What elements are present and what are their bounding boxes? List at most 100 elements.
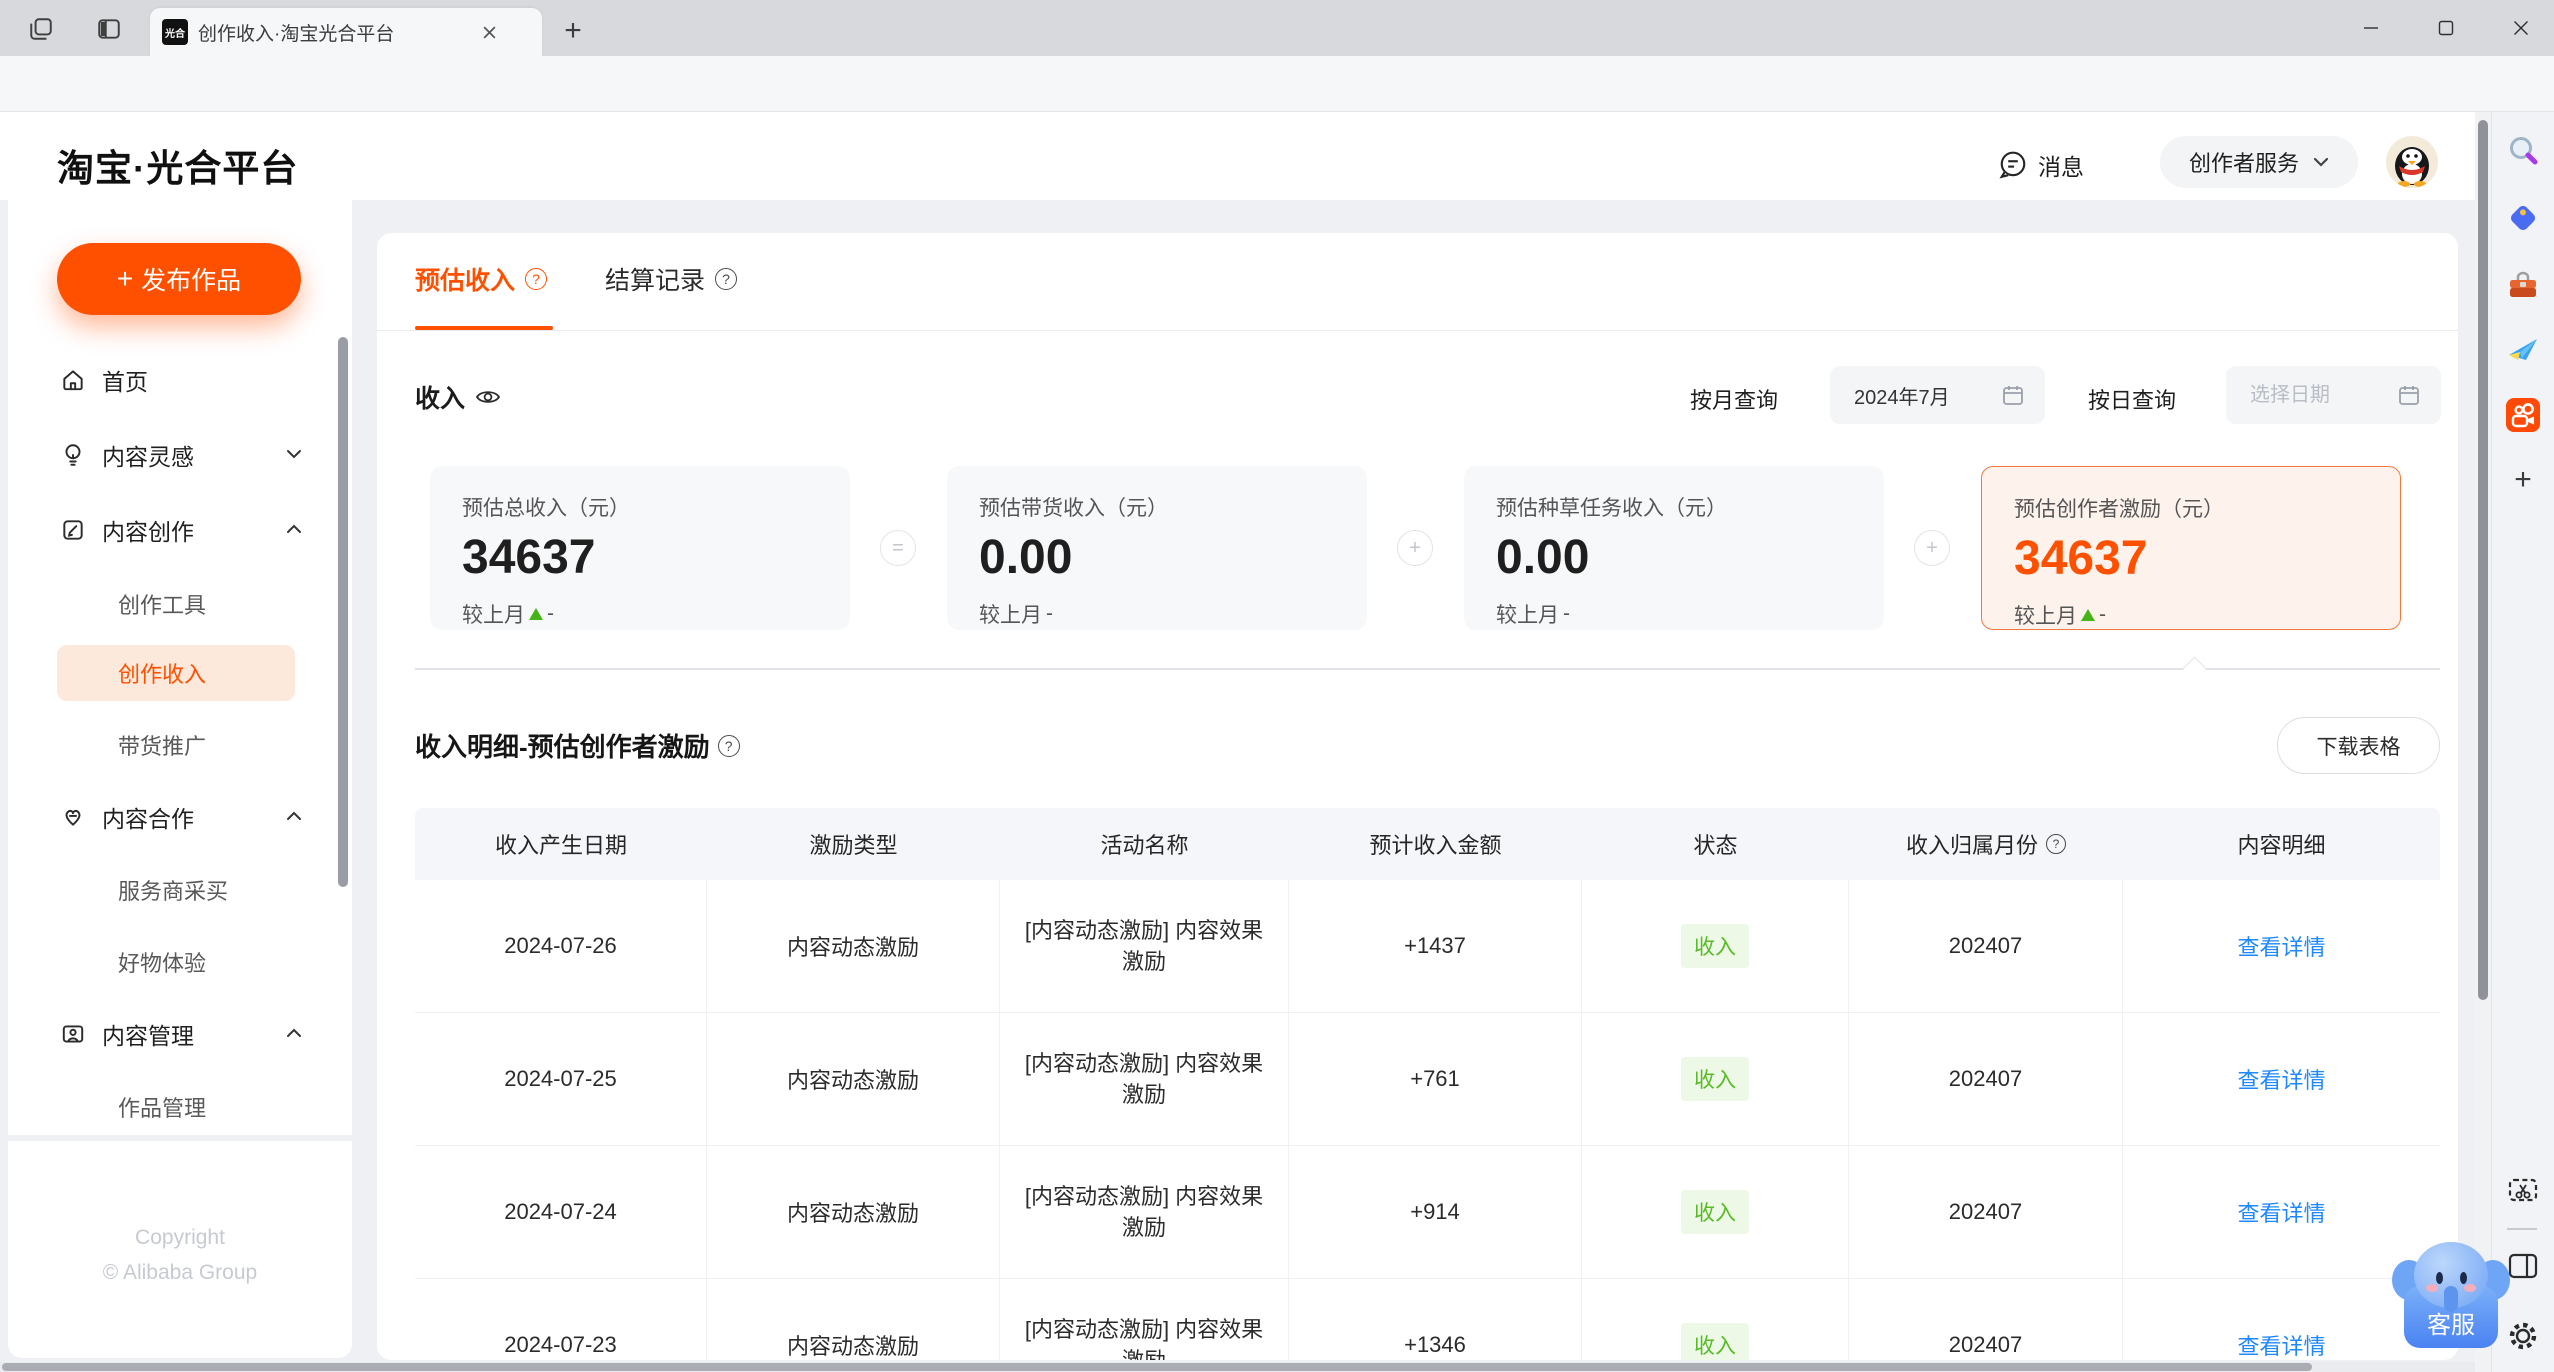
help-icon[interactable]: ?: [525, 268, 548, 290]
sidebar-item-service-purchase[interactable]: 服务商采买: [40, 866, 320, 914]
income-title: 收入: [415, 385, 466, 413]
edge-sidebar-divider: [2507, 1228, 2537, 1230]
workspaces-icon[interactable]: [26, 14, 56, 44]
table-row: 2024-07-25 内容动态激励 [内容动态激励] 内容效果激励 +761 收…: [415, 1013, 2440, 1146]
sidebar-item-promotion[interactable]: 带货推广: [40, 721, 320, 769]
window-minimize-button[interactable]: [2346, 8, 2396, 48]
copyright-box: Copyright © Alibaba Group: [8, 1141, 352, 1358]
table-row: 2024-07-23 内容动态激励 [内容动态激励] 内容效果激励 +1346 …: [415, 1279, 2440, 1360]
tab-close-icon[interactable]: [474, 17, 504, 47]
new-tab-button[interactable]: +: [556, 14, 590, 48]
status-badge: 收入: [1681, 1057, 1749, 1101]
search-icon[interactable]: [2505, 133, 2541, 169]
add-sidebar-item-icon[interactable]: +: [2505, 462, 2541, 498]
sidebar-item-creation[interactable]: 内容创作: [40, 506, 320, 554]
status-badge: 收入: [1681, 924, 1749, 968]
divider: [415, 668, 2440, 670]
main-content-card: 预估收入 ? 结算记录 ? 收入 按月查询 按日查询 预估总收入（元） 3463…: [377, 233, 2458, 1360]
cell-activity: [内容动态激励] 内容效果激励: [1024, 1184, 1264, 1240]
elephant-eye: [2460, 1272, 2467, 1284]
cell-month: 202407: [1849, 1146, 2123, 1278]
stat-value: 34637: [462, 531, 596, 584]
stat-card-creator-incentive[interactable]: 预估创作者激励（元） 34637 较上月 -: [1981, 466, 2401, 630]
sidebar-item-inspiration[interactable]: 内容灵感: [40, 431, 320, 479]
sidebar-item-label: 内容管理: [102, 1023, 194, 1049]
user-avatar[interactable]: [2386, 136, 2438, 188]
tab-title: 创作收入·淘宝光合平台: [198, 23, 395, 45]
view-detail-link[interactable]: 查看详情: [2237, 1063, 2325, 1095]
stat-value: 0.00: [979, 531, 1073, 584]
elephant-cheek: [2464, 1284, 2476, 1292]
creator-service-dropdown[interactable]: 创作者服务: [2160, 136, 2358, 188]
sidebar-scrollbar[interactable]: [338, 337, 348, 887]
kuaishou-icon[interactable]: [2505, 397, 2541, 433]
tab-estimated-income[interactable]: 预估收入 ?: [415, 261, 548, 297]
cell-amount: +1437: [1289, 880, 1582, 1012]
tab-actions-icon[interactable]: [94, 14, 124, 44]
shopping-icon[interactable]: [2505, 200, 2541, 236]
income-section-title: 收入: [415, 379, 501, 415]
trend-up-icon: [529, 608, 543, 620]
toolbox-icon[interactable]: [2505, 267, 2541, 303]
operator-equals: =: [880, 530, 916, 566]
horizontal-scrollbar-thumb[interactable]: [2, 1363, 2312, 1371]
message-icon: [1999, 151, 2026, 179]
cell-month: 202407: [1849, 1013, 2123, 1145]
help-icon[interactable]: ?: [715, 268, 738, 290]
elephant-cheek: [2426, 1284, 2438, 1292]
site-header: [0, 112, 2475, 200]
help-icon[interactable]: ?: [2046, 834, 2066, 854]
cell-date: 2024-07-23: [415, 1279, 707, 1360]
view-detail-link[interactable]: 查看详情: [2237, 1329, 2325, 1360]
cell-date: 2024-07-25: [415, 1013, 707, 1145]
col-header: 活动名称: [1100, 833, 1189, 858]
sidebar-item-works-management[interactable]: 作品管理: [40, 1083, 320, 1131]
cell-type: 内容动态激励: [707, 1279, 1000, 1360]
tab-strip: 光合 创作收入·淘宝光合平台 +: [0, 0, 2554, 56]
status-badge: 收入: [1681, 1190, 1749, 1234]
col-header: 激励类型: [809, 833, 898, 858]
window-maximize-button[interactable]: [2421, 8, 2471, 48]
col-header: 收入归属月份 ?: [1849, 808, 2123, 880]
contact-card-icon: [60, 1021, 86, 1047]
help-icon[interactable]: ?: [717, 734, 740, 757]
browser-tab[interactable]: 光合 创作收入·淘宝光合平台: [150, 8, 542, 56]
compare-label: 较上月: [462, 604, 525, 627]
sidebar-item-home[interactable]: 首页: [40, 356, 320, 404]
send-icon[interactable]: [2505, 332, 2541, 368]
compare-suffix: -: [1563, 602, 1570, 625]
calendar-icon[interactable]: [2397, 383, 2421, 407]
stat-card-sales-income[interactable]: 预估带货收入（元） 0.00 较上月 -: [947, 466, 1367, 630]
view-detail-link[interactable]: 查看详情: [2237, 1196, 2325, 1228]
sidebar-item-cooperation[interactable]: 内容合作: [40, 793, 320, 841]
page-scrollbar-thumb[interactable]: [2478, 120, 2488, 1000]
customer-service-widget[interactable]: 客服: [2390, 1238, 2512, 1354]
screenshot-icon[interactable]: [2505, 1172, 2541, 1208]
table-row: 2024-07-24 内容动态激励 [内容动态激励] 内容效果激励 +914 收…: [415, 1146, 2440, 1279]
cell-date: 2024-07-26: [415, 880, 707, 1012]
sidebar-item-content-management[interactable]: 内容管理: [40, 1010, 320, 1058]
messages-button[interactable]: 消息: [1998, 148, 2084, 182]
cell-activity: [内容动态激励] 内容效果激励: [1024, 1317, 1264, 1360]
stat-card-seeding-task-income[interactable]: 预估种草任务收入（元） 0.00 较上月 -: [1464, 466, 1884, 630]
sidebar-item-creation-income[interactable]: 创作收入: [40, 649, 320, 697]
sidebar-item-product-trial[interactable]: 好物体验: [40, 938, 320, 986]
sidebar-item-creation-tools[interactable]: 创作工具: [40, 580, 320, 628]
eye-icon[interactable]: [475, 387, 501, 407]
site-logo[interactable]: 淘宝·光合平台: [57, 138, 298, 192]
chevron-down-icon: [286, 446, 302, 464]
status-badge: 收入: [1681, 1323, 1749, 1360]
tab-settlement-records[interactable]: 结算记录 ?: [605, 261, 738, 297]
stat-card-total-income[interactable]: 预估总收入（元） 34637 较上月 -: [430, 466, 850, 630]
calendar-icon[interactable]: [2001, 383, 2025, 407]
publish-work-button[interactable]: + 发布作品: [57, 243, 301, 315]
stat-label: 预估创作者激励（元）: [2014, 498, 2224, 521]
elephant-eye: [2436, 1272, 2443, 1284]
download-table-button[interactable]: 下载表格: [2277, 717, 2440, 774]
sidebar-item-label: 好物体验: [118, 951, 207, 976]
window-close-button[interactable]: [2496, 8, 2546, 48]
sidebar-item-label: 内容灵感: [102, 444, 194, 470]
cell-month: 202407: [1849, 880, 2123, 1012]
cell-date: 2024-07-24: [415, 1146, 707, 1278]
view-detail-link[interactable]: 查看详情: [2237, 930, 2325, 962]
